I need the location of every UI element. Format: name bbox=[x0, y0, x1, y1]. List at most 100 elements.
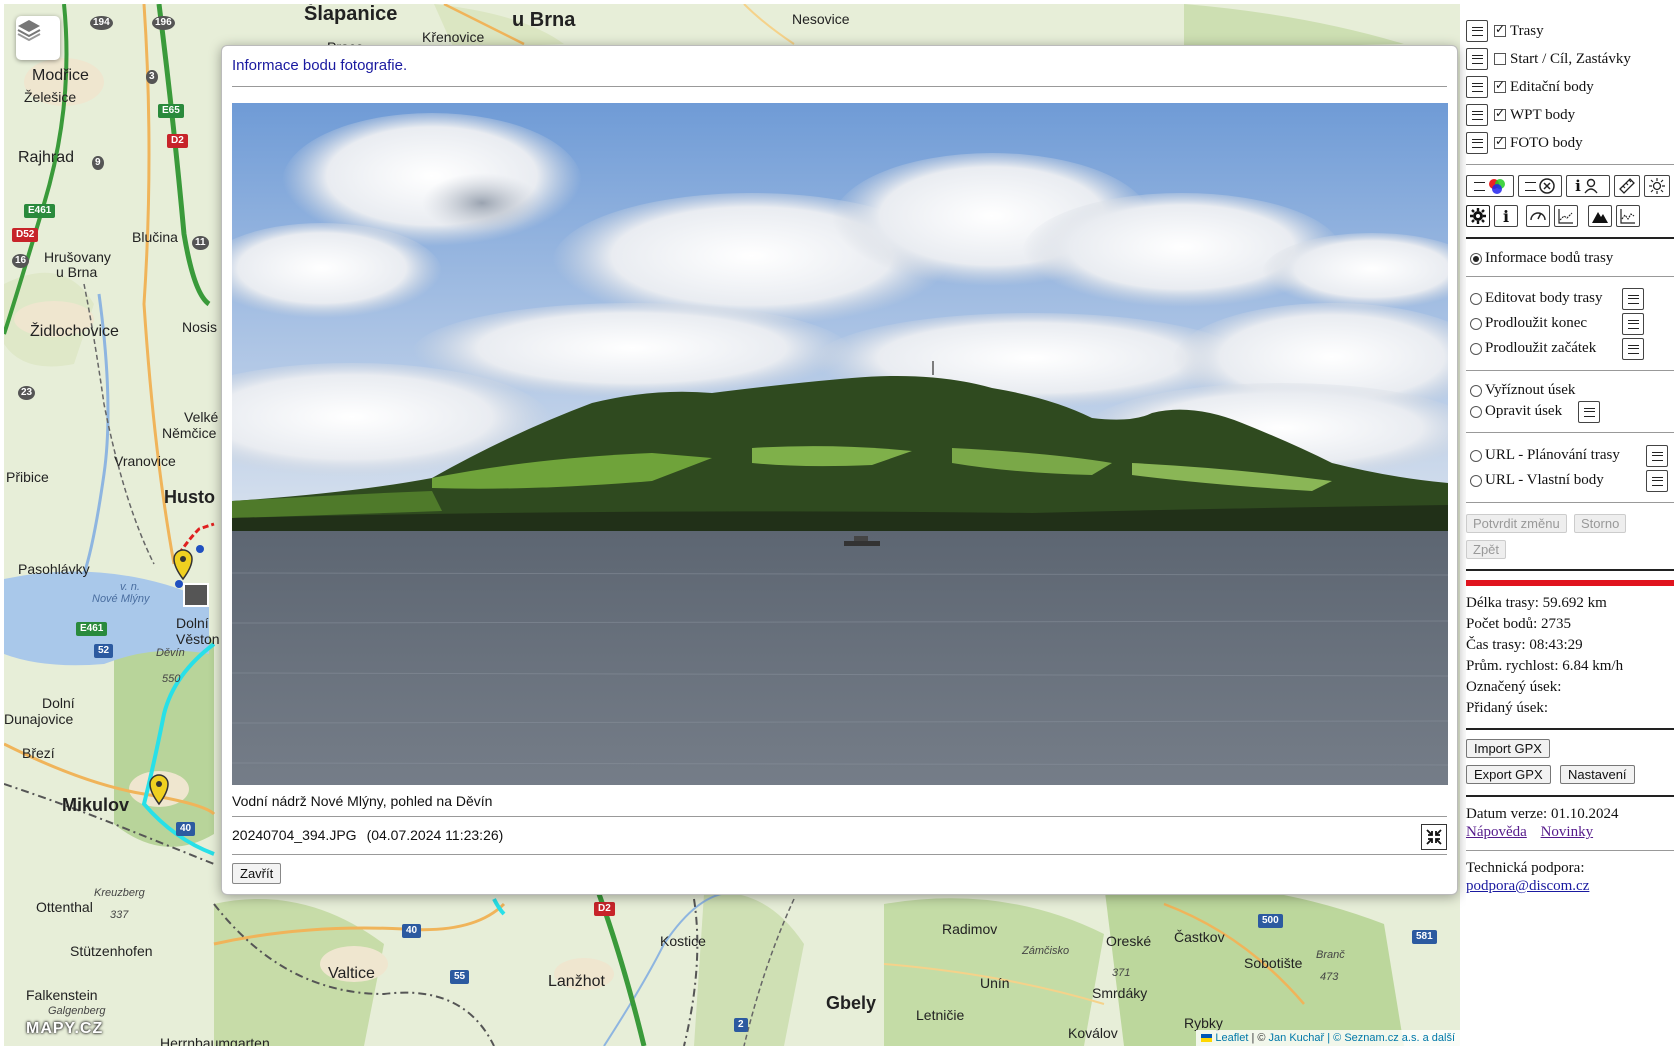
map-label: Nosis bbox=[182, 319, 218, 335]
map-label: Kreuzberg bbox=[94, 887, 145, 899]
confirm-change-button[interactable]: Potvrdit změnu bbox=[1466, 514, 1567, 533]
divider bbox=[232, 86, 1447, 87]
edit-menu-button[interactable] bbox=[1622, 288, 1644, 310]
url-own-menu-button[interactable] bbox=[1646, 470, 1668, 492]
photo-image bbox=[232, 103, 1448, 785]
close-button[interactable]: Zavřít bbox=[232, 863, 282, 884]
elevation-chart-button[interactable] bbox=[1616, 205, 1640, 227]
layer-checkbox[interactable] bbox=[1494, 134, 1506, 149]
mode-radio[interactable] bbox=[1470, 474, 1482, 487]
fix-menu-button[interactable] bbox=[1578, 401, 1600, 423]
map-label: Herrnbaumgarten bbox=[160, 1035, 270, 1046]
cancel-button[interactable]: Storno bbox=[1574, 514, 1627, 533]
divider bbox=[232, 816, 1447, 817]
divider bbox=[1466, 850, 1674, 851]
map-label: Želešice bbox=[24, 89, 77, 105]
layer-menu-button[interactable] bbox=[1466, 104, 1488, 126]
track-color-bar bbox=[1466, 580, 1674, 586]
mode-radio[interactable] bbox=[1470, 317, 1482, 330]
layers-control-button[interactable] bbox=[16, 16, 60, 60]
leaflet-link[interactable]: Leaflet bbox=[1215, 1032, 1248, 1044]
ruler-button[interactable] bbox=[1614, 175, 1640, 197]
divider bbox=[1466, 276, 1674, 277]
map-label: u Brna bbox=[512, 9, 576, 31]
mode-label: Informace bodů trasy bbox=[1485, 250, 1614, 266]
menu-icon bbox=[1627, 344, 1639, 354]
settings-text-button[interactable]: Nastavení bbox=[1560, 765, 1635, 784]
photo-datetime: (04.07.2024 11:23:26) bbox=[366, 827, 504, 843]
map-label: Letničie bbox=[916, 1007, 965, 1023]
layer-menu-button[interactable] bbox=[1466, 132, 1488, 154]
menu-icon bbox=[1473, 181, 1485, 191]
mode-extend-start-option[interactable]: Prodloužit začátek bbox=[1470, 340, 1596, 357]
divider bbox=[1466, 432, 1674, 433]
mode-url-plan-option[interactable]: URL - Plánování trasy bbox=[1470, 447, 1620, 464]
settings-button[interactable] bbox=[1466, 205, 1490, 227]
exit-fullscreen-icon bbox=[1426, 829, 1442, 845]
map-label: Děvín bbox=[156, 647, 185, 659]
help-links: Nápověda Novinky bbox=[1466, 824, 1593, 841]
map-label: Židlochovice bbox=[30, 323, 119, 340]
menu-icon bbox=[1583, 407, 1595, 417]
fullscreen-toggle-button[interactable] bbox=[1421, 824, 1447, 850]
layer-checkbox[interactable] bbox=[1494, 22, 1506, 37]
mapy-cz-logo[interactable]: MAPY.CZ bbox=[26, 1020, 103, 1038]
mode-label: URL - Plánování trasy bbox=[1485, 447, 1620, 463]
mode-extend-end-option[interactable]: Prodloužit konec bbox=[1470, 315, 1587, 332]
map-label: Šlapanice bbox=[304, 4, 398, 25]
url-plan-menu-button[interactable] bbox=[1646, 445, 1668, 467]
mode-label: Prodloužit konec bbox=[1485, 315, 1588, 331]
color-menu-button[interactable] bbox=[1466, 175, 1514, 197]
brightness-button[interactable] bbox=[1644, 175, 1670, 197]
author-link[interactable]: Jan Kuchař bbox=[1269, 1032, 1325, 1044]
layer-menu-button[interactable] bbox=[1466, 20, 1488, 42]
info-person-button[interactable]: i bbox=[1566, 175, 1610, 197]
speed-chart-button[interactable] bbox=[1554, 205, 1578, 227]
menu-icon bbox=[1471, 110, 1483, 120]
export-gpx-button[interactable]: Export GPX bbox=[1466, 765, 1551, 784]
mode-radio[interactable] bbox=[1470, 252, 1482, 265]
road-number: 581 bbox=[1412, 930, 1437, 944]
mode-edit-option[interactable]: Editovat body trasy bbox=[1470, 290, 1602, 307]
mode-fix-option[interactable]: Opravit úsek bbox=[1470, 403, 1562, 420]
mode-radio[interactable] bbox=[1470, 449, 1482, 462]
divider bbox=[1466, 237, 1674, 239]
mode-radio[interactable] bbox=[1470, 384, 1482, 397]
mode-radio[interactable] bbox=[1470, 342, 1482, 355]
layer-menu-button[interactable] bbox=[1466, 76, 1488, 98]
seznam-link[interactable]: | © Seznam.cz a.s. a další bbox=[1324, 1032, 1455, 1044]
back-button[interactable]: Zpět bbox=[1466, 540, 1507, 559]
elevation-button[interactable] bbox=[1588, 205, 1612, 227]
map-label: Přibice bbox=[6, 469, 49, 485]
layer-checkbox[interactable] bbox=[1494, 53, 1506, 65]
layer-menu-button[interactable] bbox=[1466, 48, 1488, 70]
delete-menu-button[interactable] bbox=[1518, 175, 1562, 197]
layer-checkbox[interactable] bbox=[1494, 106, 1506, 121]
track-time: Čas trasy: 08:43:29 bbox=[1466, 637, 1583, 653]
extend-start-menu-button[interactable] bbox=[1622, 338, 1644, 360]
road-number: 3 bbox=[146, 70, 158, 84]
mode-label: Editovat body trasy bbox=[1485, 290, 1603, 306]
layer-checkbox[interactable] bbox=[1494, 78, 1506, 93]
support-email-row: podpora@discom.cz bbox=[1466, 878, 1589, 895]
mode-url-own-option[interactable]: URL - Vlastní body bbox=[1470, 472, 1604, 489]
mountain-icon bbox=[1592, 212, 1608, 223]
map-attribution: Leaflet | © Jan Kuchař | © Seznam.cz a.s… bbox=[1196, 1030, 1460, 1046]
map-label: 550 bbox=[162, 673, 181, 685]
help-link[interactable]: Nápověda bbox=[1466, 824, 1527, 840]
speed-button[interactable] bbox=[1526, 205, 1550, 227]
mode-cut-option[interactable]: Vyříznout úsek bbox=[1470, 382, 1575, 399]
speedometer-icon bbox=[1530, 212, 1546, 221]
extend-end-menu-button[interactable] bbox=[1622, 313, 1644, 335]
mode-radio[interactable] bbox=[1470, 405, 1482, 418]
news-link[interactable]: Novinky bbox=[1541, 824, 1594, 840]
road-number: 40 bbox=[402, 924, 422, 938]
mode-radio[interactable] bbox=[1470, 292, 1482, 305]
import-gpx-button[interactable]: Import GPX bbox=[1466, 739, 1550, 758]
info-button[interactable]: i bbox=[1494, 205, 1518, 227]
support-email-link[interactable]: podpora@discom.cz bbox=[1466, 878, 1589, 894]
map-label: Unín bbox=[980, 975, 1010, 991]
map-label: Husto bbox=[164, 487, 215, 507]
mode-info-option[interactable]: Informace bodů trasy bbox=[1470, 250, 1613, 267]
map-label: Gbely bbox=[826, 993, 877, 1013]
